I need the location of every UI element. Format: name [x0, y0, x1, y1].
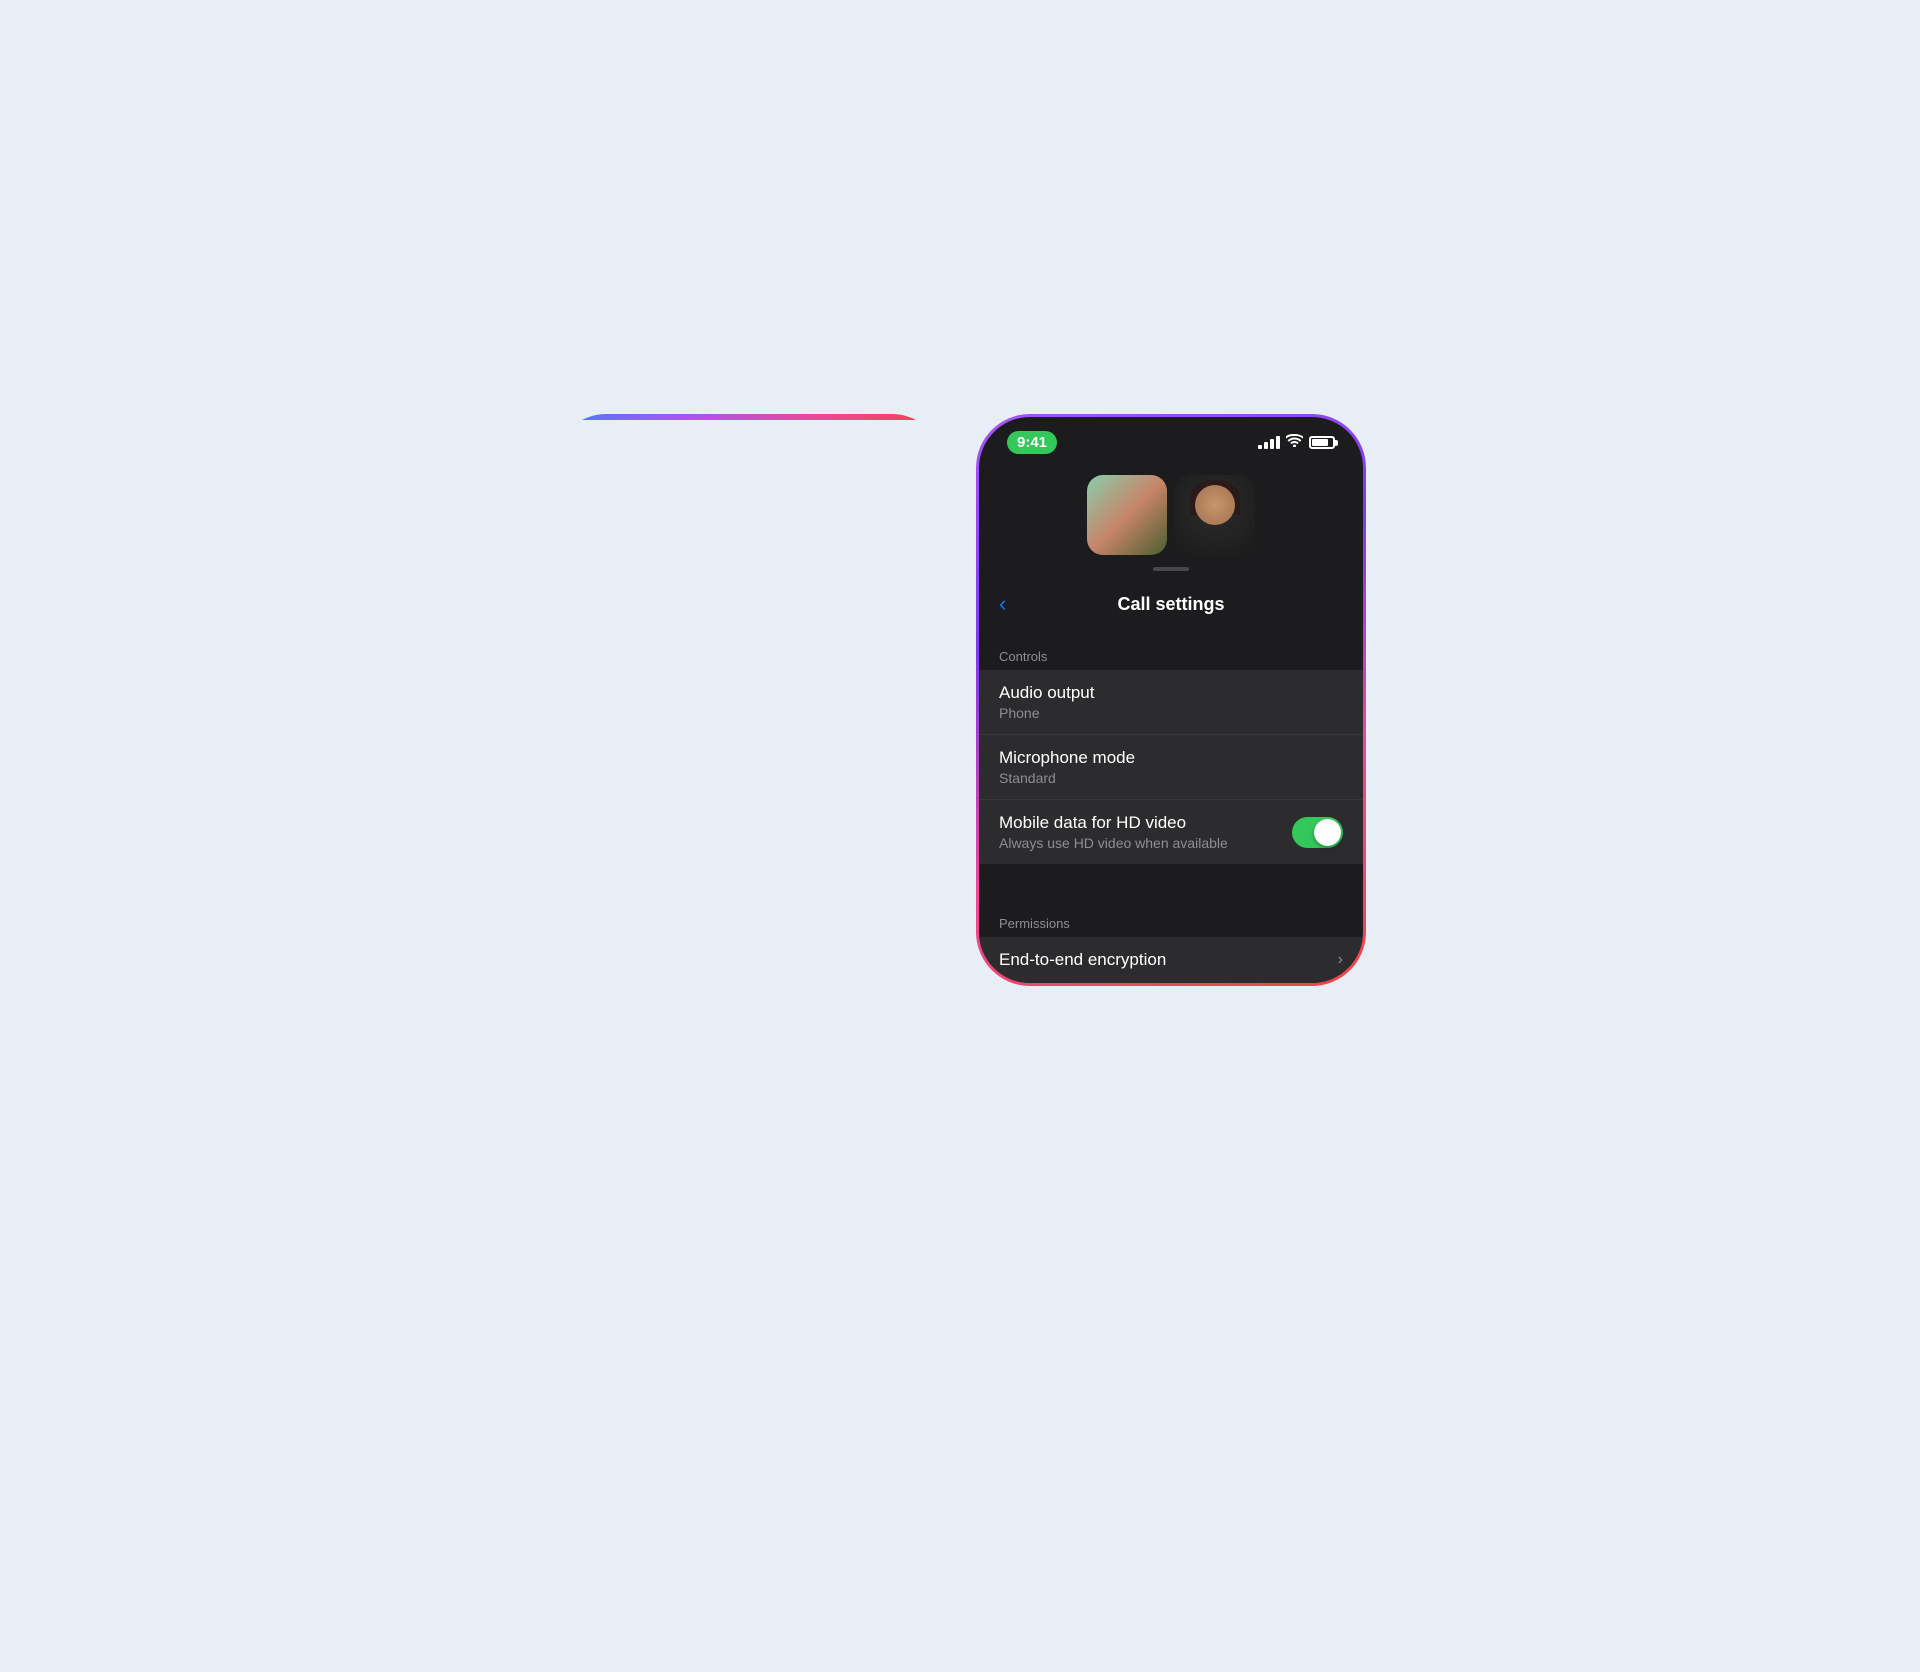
- microphone-mode-content: Microphone mode Standard: [999, 748, 1343, 786]
- microphone-mode-title: Microphone mode: [999, 748, 1343, 768]
- right-battery-icon: [1309, 436, 1335, 449]
- hd-video-title: Mobile data for HD video: [999, 813, 1292, 833]
- left-phone-border: 9:41: [554, 414, 944, 420]
- right-phone-inner: 9:41: [979, 417, 1363, 983]
- permissions-settings-group: End-to-end encryption ›: [979, 937, 1363, 983]
- e2e-encryption-content: End-to-end encryption: [999, 950, 1338, 970]
- participant-thumb-1: [1087, 475, 1167, 555]
- controls-section-label: Controls: [979, 633, 1363, 670]
- back-button[interactable]: ‹: [999, 587, 1014, 621]
- right-signal-bar-4: [1276, 436, 1280, 449]
- hd-video-toggle[interactable]: [1292, 817, 1343, 848]
- settings-title: Call settings: [1117, 594, 1224, 615]
- microphone-mode-value: Standard: [999, 770, 1343, 786]
- right-signal-bar-2: [1264, 442, 1268, 449]
- audio-output-title: Audio output: [999, 683, 1343, 703]
- participants-bar: [979, 467, 1363, 567]
- participant-1-image: [1087, 475, 1167, 555]
- audio-output-value: Phone: [999, 705, 1343, 721]
- settings-divider: [979, 864, 1363, 900]
- e2e-chevron-container: ›: [1338, 951, 1343, 969]
- chevron-right-icon: ›: [1338, 951, 1343, 969]
- drag-handle: [1153, 567, 1189, 571]
- right-battery-fill: [1312, 439, 1328, 446]
- settings-header: ‹ Call settings: [979, 579, 1363, 633]
- participant-2-image: [1175, 475, 1255, 555]
- right-phone-border: 9:41: [976, 414, 1366, 986]
- audio-output-row[interactable]: Audio output Phone: [979, 670, 1363, 735]
- audio-output-content: Audio output Phone: [999, 683, 1343, 721]
- right-time: 9:41: [1007, 431, 1057, 454]
- right-signal-bar-3: [1270, 439, 1274, 449]
- participant-2-face: [1195, 485, 1235, 525]
- phones-container: 9:41: [554, 414, 1366, 1258]
- right-signal-bar-1: [1258, 445, 1262, 449]
- participant-thumb-2: [1175, 475, 1255, 555]
- right-signal-icon: [1258, 436, 1280, 449]
- toggle-knob: [1314, 819, 1341, 846]
- right-wifi-icon: [1286, 434, 1303, 452]
- right-status-icons: [1258, 434, 1335, 452]
- hd-video-row[interactable]: Mobile data for HD video Always use HD v…: [979, 800, 1363, 864]
- permissions-section-label: Permissions: [979, 900, 1363, 937]
- right-status-bar: 9:41: [979, 417, 1363, 458]
- hd-video-toggle-container: [1292, 817, 1343, 848]
- e2e-encryption-title: End-to-end encryption: [999, 950, 1338, 970]
- e2e-encryption-row[interactable]: End-to-end encryption ›: [979, 937, 1363, 983]
- hd-video-content: Mobile data for HD video Always use HD v…: [999, 813, 1292, 851]
- hd-video-value: Always use HD video when available: [999, 835, 1292, 851]
- right-phone: 9:41: [976, 414, 1366, 1258]
- controls-settings-group: Audio output Phone Microphone mode Stand…: [979, 670, 1363, 864]
- microphone-mode-row[interactable]: Microphone mode Standard: [979, 735, 1363, 800]
- left-phone: 9:41: [554, 414, 944, 1258]
